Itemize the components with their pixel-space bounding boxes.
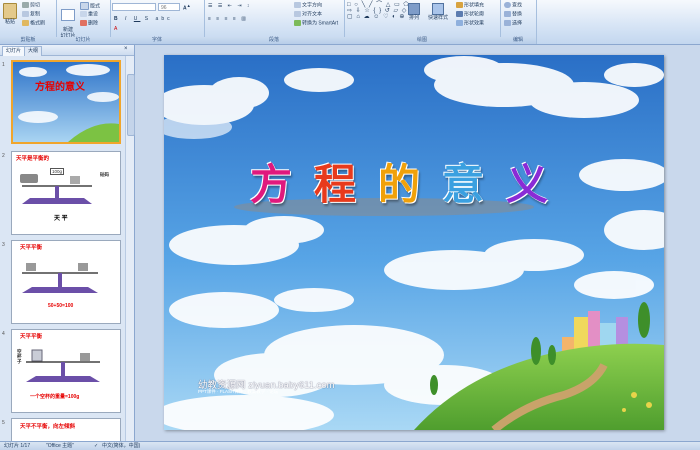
paste-button[interactable]: 粘贴 [2,3,18,25]
text-direction-icon [294,2,301,8]
format-painter-button[interactable]: 格式刷 [22,20,45,26]
paste-icon [3,3,17,19]
title-char-1: 方 [250,160,293,209]
replace-icon [504,11,511,17]
align-icons[interactable]: ≡ ≡ ≡ ≡ ▥ [208,16,248,22]
scissors-icon [22,2,29,8]
current-slide[interactable]: 方 程 的 意 义 幼教资源网 ziyuan.baby611.com PPT课件… [164,55,664,430]
outline-icon [456,11,463,17]
font-name-combo[interactable] [112,3,156,11]
new-slide-icon [61,9,75,21]
thumb-number: 1 [2,62,5,68]
thumb-number: 4 [2,331,5,337]
effects-icon [456,20,463,26]
smartart-icon [294,20,301,26]
thumb-3-caption: 50+50=100 [48,303,74,309]
close-pane-icon[interactable]: × [124,46,128,52]
slides-pane: 幻灯片 大纲 × 1 方程的意义 2 天平是平衡的 100g 砝码 天 平 3 … [0,45,135,441]
find-icon [504,2,511,8]
shape-fill-button[interactable]: 形状填充 [456,2,484,8]
drawing-group-label: 绘图 [344,37,500,44]
ribbon: 粘贴 剪切 复制 格式刷 剪贴板 新建 幻灯片 版式 重设 删除 幻灯片 96 … [0,0,700,45]
arrange-button[interactable]: 排列 [406,3,422,21]
thumb-number: 2 [2,153,5,159]
balance-scale-icon [20,174,92,204]
balance-scale-icon [26,349,100,382]
layout-icon [80,2,89,10]
copy-icon [22,11,29,17]
new-slide-button[interactable]: 新建 幻灯片 [58,3,78,39]
select-icon [504,20,511,26]
cut-button[interactable]: 剪切 [22,2,40,8]
thumb-4-title: 天平平衡 [20,334,43,340]
slide-thumbnail-2[interactable]: 天平是平衡的 100g 砝码 天 平 [11,151,121,235]
grow-font-icon[interactable]: A▲ [183,3,191,12]
slide-thumbnail-1[interactable]: 方程的意义 [11,60,121,144]
copy-button[interactable]: 复制 [22,11,40,17]
align-text-button[interactable]: 对齐文本 [294,11,322,17]
thumb-number: 3 [2,242,5,248]
align-text-icon [294,11,301,17]
shapes-gallery[interactable]: □ ○ ╲ ╱ ⌒ △ ▭ ⬠ ⇨ ⇩ ☆ { } ↺ ▱ ◇ ▢ ⌂ ☁ ☺ ♡ … [347,2,410,20]
arrange-icon [408,3,420,15]
brush-icon [22,20,29,26]
slide-thumbnail-3[interactable]: 天平平衡 50+50=100 [11,240,121,324]
tab-outline[interactable]: 大纲 [24,46,43,56]
title-char-3: 的 [378,160,421,209]
fill-icon [456,2,463,8]
quick-styles-button[interactable]: 快速样式 [426,3,450,21]
replace-button[interactable]: 替换 [504,11,522,17]
thumb-2-title: 天平是平衡的 [16,156,50,162]
pane-scrollbar[interactable] [125,56,135,441]
slides-group: 新建 幻灯片 版式 重设 删除 幻灯片 [56,0,111,44]
thumb-4-caption: 一个空杯的重量=100g [30,394,80,400]
slide-thumbnail-4[interactable]: 天平平衡 空杯子 一个空杯的重量=100g [11,329,121,413]
text-direction-button[interactable]: 文字方向 [294,2,322,8]
quick-styles-icon [432,3,444,15]
balance-scale-icon [22,263,98,293]
select-button[interactable]: 选择 [504,20,522,26]
drawing-group: □ ○ ╲ ╱ ⌒ △ ▭ ⬠ ⇨ ⇩ ☆ { } ↺ ▱ ◇ ▢ ⌂ ☁ ☺ ♡ … [344,0,501,44]
editing-group: 查找 替换 选择 编辑 [500,0,537,44]
delete-slide-button[interactable]: 删除 [80,20,98,26]
bullets-icon[interactable]: ☰ ☰ ⇤ ⇥ ↕ [208,3,251,9]
clipboard-group: 粘贴 剪切 复制 格式刷 剪贴板 [0,0,57,44]
tab-slides[interactable]: 幻灯片 [2,46,26,56]
paragraph-group-label: 段落 [204,37,344,44]
title-char-2: 程 [314,160,357,209]
shape-effects-button[interactable]: 形状效果 [456,20,484,26]
thumb-5-title: 天平不平衡，向左倾斜 [20,424,76,430]
editing-group-label: 编辑 [500,37,536,44]
thumb-1-title: 方程的意义 [35,82,85,93]
thumb-1-background [13,62,119,142]
font-size-combo[interactable]: 96 [158,3,180,11]
shape-outline-button[interactable]: 形状轮廓 [456,11,484,17]
thumb-number: 5 [2,420,5,426]
font-group-label: 字体 [110,37,204,44]
smartart-button[interactable]: 转换为 SmartArt [294,20,338,26]
thumb-2-caption: 天 平 [54,216,68,222]
slide-thumbnail-5[interactable]: 天平不平衡，向左倾斜 [11,418,121,441]
delete-icon [80,20,87,26]
scrollbar-thumb[interactable] [127,74,135,136]
slide-footer-links: PPT课件 · FLASH课件 · 教案教学 · 论坛 [198,389,279,394]
layout-button[interactable]: 版式 [80,2,100,10]
font-format-icons[interactable]: B I U S abc [114,16,173,22]
reset-button[interactable]: 重设 [80,11,98,17]
paragraph-group: ☰ ☰ ⇤ ⇥ ↕ ≡ ≡ ≡ ≡ ▥ 文字方向 对齐文本 转换为 SmartA… [204,0,345,44]
title-char-5: 义 [506,160,549,209]
reset-icon [80,11,87,17]
title-char-4: 意 [442,160,485,209]
pane-tabs: 幻灯片 大纲 × [0,45,134,56]
slides-group-label: 幻灯片 [56,37,110,44]
find-button[interactable]: 查找 [504,2,522,8]
font-group: 96 A▲ B I U S abc A 字体 [110,0,205,44]
clipboard-group-label: 剪贴板 [0,37,56,44]
thumb-3-title: 天平平衡 [20,245,43,251]
font-color-icon[interactable]: A [114,26,119,32]
slide-background [164,55,664,430]
